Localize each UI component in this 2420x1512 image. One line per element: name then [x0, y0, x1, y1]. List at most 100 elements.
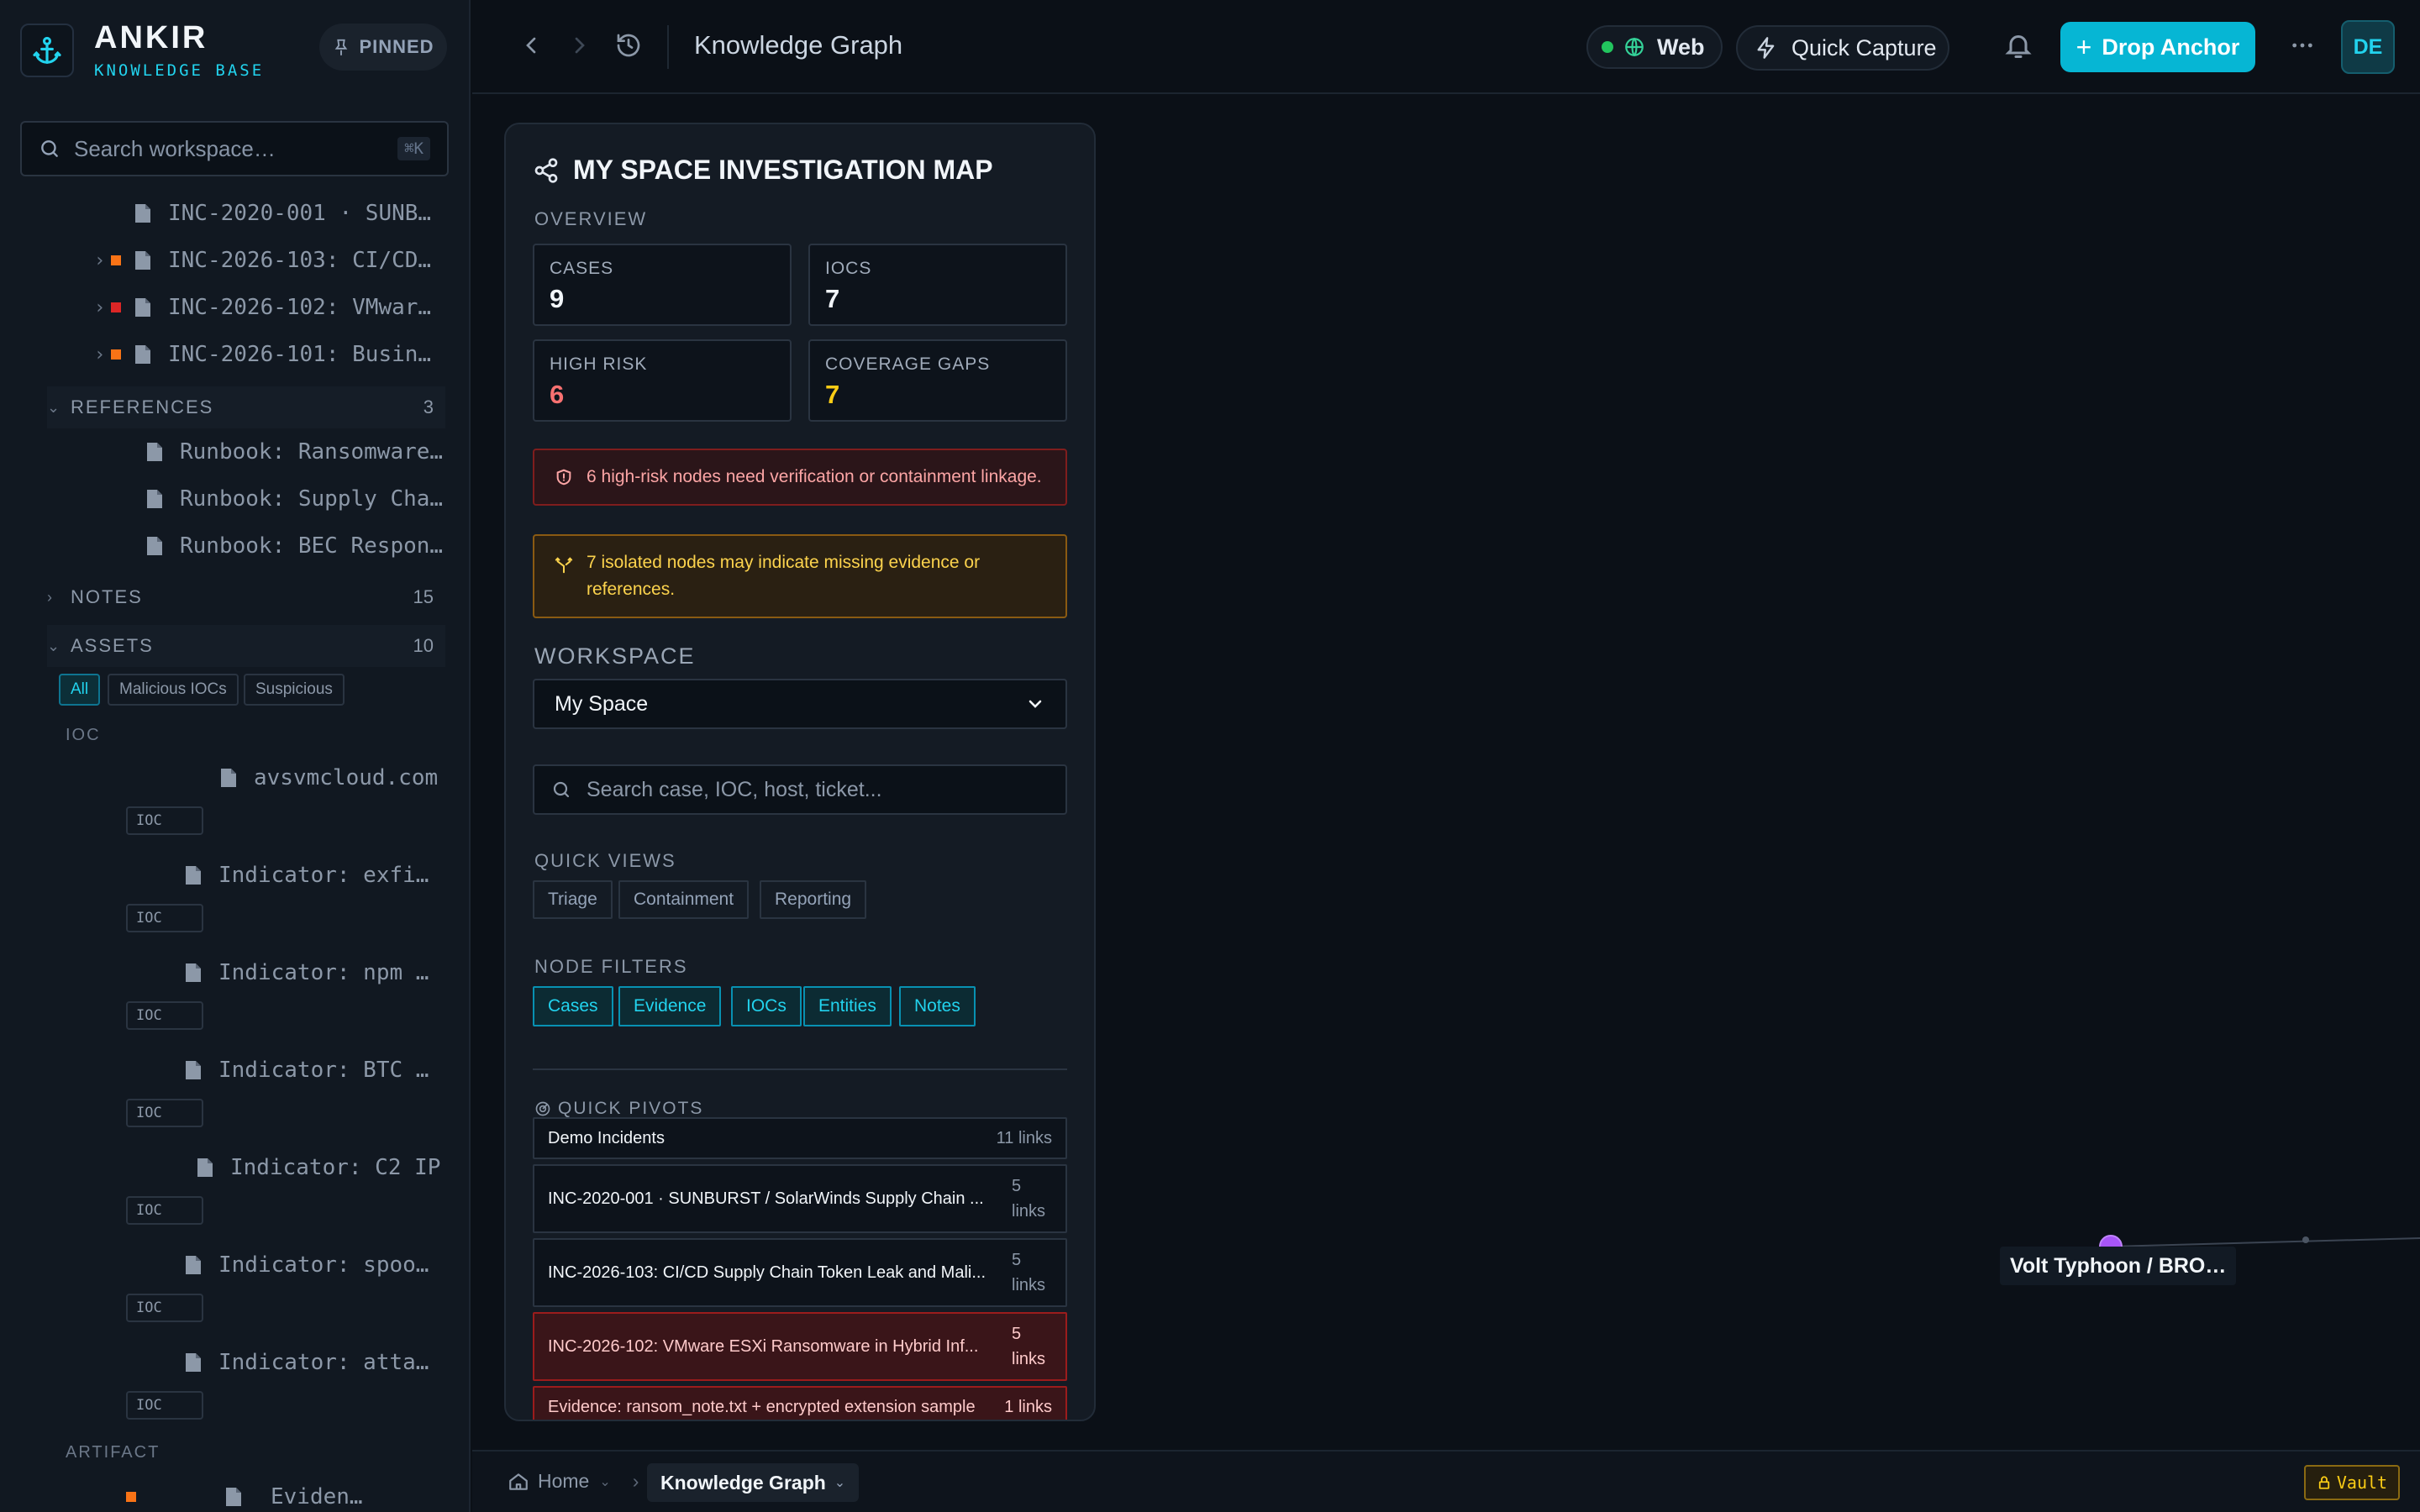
asset-item[interactable]: Indicator: exfi… [185, 852, 429, 899]
asset-item[interactable]: avsvmcloud.com [220, 754, 438, 801]
node-filter-notes[interactable]: Notes [899, 986, 976, 1026]
alert-high-risk[interactable]: 6 high-risk nodes need verification or c… [533, 449, 1067, 506]
filter-chip-suspicious[interactable]: Suspicious [244, 674, 345, 706]
alert-text: 7 isolated nodes may indicate missing ev… [587, 553, 981, 599]
section-title: NOTES [71, 586, 143, 607]
chevron-down-icon: ⌄ [47, 637, 62, 654]
plus-icon: + [2075, 31, 2092, 62]
asset-item[interactable]: Indicator: spoo… [185, 1242, 429, 1289]
stat-cases[interactable]: CASES 9 [533, 244, 792, 326]
status-indicator [111, 349, 121, 360]
search-placeholder: Search case, IOC, host, ticket... [587, 777, 882, 801]
file-icon [186, 963, 201, 982]
node-filter-evidence[interactable]: Evidence [618, 986, 722, 1026]
quick-capture-button[interactable]: Quick Capture [1736, 25, 1949, 71]
chevron-right-icon[interactable]: › [94, 344, 111, 365]
drop-anchor-button[interactable]: + Drop Anchor [2060, 22, 2255, 72]
breadcrumb-home[interactable]: Home ⌄ › [508, 1470, 639, 1493]
home-icon [509, 1473, 528, 1490]
history-icon[interactable] [615, 32, 642, 59]
tree-item-case[interactable]: › INC-2026-103: CI/CD… [94, 237, 431, 284]
quick-view-containment[interactable]: Containment [618, 880, 750, 919]
chevron-right-icon[interactable]: › [94, 297, 111, 318]
chevron-right-icon[interactable]: › [94, 250, 111, 271]
asset-item-label: Indicator: atta… [218, 1350, 429, 1375]
chevron-down-icon: ⌄ [47, 398, 62, 416]
brand-subtitle: KNOWLEDGE BASE [94, 61, 265, 80]
asset-item-label: Indicator: spoo… [218, 1252, 429, 1278]
pivot-item-high-risk[interactable]: INC-2026-102: VMware ESXi Ransomware in … [533, 1312, 1067, 1381]
section-notes[interactable]: › NOTES 15 [47, 576, 445, 618]
pivot-item[interactable]: Demo Incidents 11 links [533, 1117, 1067, 1159]
asset-item-label: Indicator: BTC … [218, 1058, 429, 1083]
node-filter-entities[interactable]: Entities [803, 986, 892, 1026]
stat-label: IOCS [825, 259, 872, 278]
tree-item-reference[interactable]: Runbook: BEC Respon… [146, 522, 443, 570]
asset-item[interactable]: Indicator: C2 IP [197, 1144, 440, 1191]
back-arrow-icon[interactable] [518, 32, 544, 59]
stat-coverage-gaps[interactable]: COVERAGE GAPS 7 [808, 339, 1067, 422]
tree-item-case[interactable]: › INC-2026-101: Busin… [94, 331, 431, 378]
section-references[interactable]: ⌄ REFERENCES 3 [47, 386, 445, 428]
pivot-label: Evidence: ransom_note.txt + encrypted ex… [548, 1397, 976, 1416]
panel-title: MY SPACE INVESTIGATION MAP [533, 155, 993, 186]
pivot-label: INC-2026-102: VMware ESXi Ransomware in … [548, 1336, 979, 1356]
node-filter-cases[interactable]: Cases [533, 986, 613, 1026]
stat-value: 7 [825, 284, 840, 313]
asset-item[interactable]: Indicator: atta… [185, 1339, 429, 1386]
stat-iocs[interactable]: IOCS 7 [808, 244, 1067, 326]
pivot-item[interactable]: INC-2020-001 · SUNBURST / SolarWinds Sup… [533, 1164, 1067, 1233]
quick-pivots-label: QUICK PIVOTS [534, 1099, 703, 1119]
web-mode-toggle[interactable]: Web [1586, 25, 1723, 69]
breadcrumb-current[interactable]: Knowledge Graph ⌄ [647, 1463, 860, 1502]
shield-alert-icon [556, 469, 571, 486]
divider [533, 1068, 1067, 1070]
search-placeholder: Search workspace… [74, 135, 276, 161]
lightning-icon [1757, 37, 1775, 59]
filter-chip-all[interactable]: All [59, 674, 101, 706]
section-assets[interactable]: ⌄ ASSETS 10 [47, 625, 445, 667]
pivot-item[interactable]: INC-2026-103: CI/CD Supply Chain Token L… [533, 1238, 1067, 1307]
quick-view-reporting[interactable]: Reporting [760, 880, 867, 919]
tree-item-reference[interactable]: Runbook: Ransomware… [146, 428, 443, 475]
asset-item[interactable]: Indicator: BTC … [185, 1047, 429, 1094]
online-status-dot [1602, 41, 1613, 53]
search-icon [553, 781, 570, 798]
pinned-button[interactable]: PINNED [319, 24, 447, 71]
more-options-icon[interactable] [2289, 32, 2316, 59]
node-filters-label: NODE FILTERS [534, 956, 688, 977]
filter-chip-malicious-iocs[interactable]: Malicious IOCs [108, 674, 239, 706]
alert-isolated-nodes[interactable]: 7 isolated nodes may indicate missing ev… [533, 534, 1067, 618]
brand[interactable]: ANKIR KNOWLEDGE BASE [20, 20, 264, 80]
tree-item-label: INC-2026-101: Busin… [168, 342, 432, 367]
quick-view-triage[interactable]: Triage [533, 880, 613, 919]
pivot-label: Demo Incidents [548, 1128, 665, 1147]
tree-item-case[interactable]: INC-2020-001 · SUNB… [94, 190, 431, 237]
status-indicator [126, 1492, 136, 1502]
pivot-item-high-risk[interactable]: Evidence: ransom_note.txt + encrypted ex… [533, 1386, 1067, 1420]
tree-item-reference[interactable]: Runbook: Supply Cha… [146, 475, 443, 522]
stat-value: 6 [550, 380, 565, 409]
bell-icon[interactable] [2003, 30, 2033, 60]
vault-label: Vault [2336, 1473, 2388, 1493]
pivot-link-count: 1 links [1004, 1398, 1052, 1416]
forward-arrow-icon[interactable] [566, 32, 593, 59]
asset-item[interactable]: Indicator: npm … [185, 949, 429, 996]
user-avatar[interactable]: DE [2341, 20, 2395, 74]
vault-badge[interactable]: Vault [2304, 1465, 2400, 1500]
pin-icon [335, 39, 348, 56]
pivot-label: INC-2020-001 · SUNBURST / SolarWinds Sup… [548, 1189, 984, 1208]
pivot-link-count: 11 links [996, 1129, 1052, 1147]
node-filter-iocs[interactable]: IOCs [731, 986, 802, 1026]
asset-item-label: Indicator: exfi… [218, 863, 429, 888]
graph-search-input[interactable]: Search case, IOC, host, ticket... [533, 764, 1067, 815]
pivot-link-count: 5 links [1012, 1251, 1046, 1294]
workspace-search-input[interactable]: Search workspace… ⌘K [20, 121, 449, 176]
chevron-down-icon: ⌄ [834, 1476, 846, 1490]
stat-value: 9 [550, 284, 565, 313]
asset-item[interactable]: Eviden… [126, 1473, 363, 1512]
stat-high-risk[interactable]: HIGH RISK 6 [533, 339, 792, 422]
workspace-select[interactable]: My Space [533, 679, 1067, 729]
tree-item-case[interactable]: › INC-2026-102: VMwar… [94, 284, 431, 331]
graph-node-label[interactable]: Volt Typhoon / BRO… [2000, 1247, 2237, 1285]
